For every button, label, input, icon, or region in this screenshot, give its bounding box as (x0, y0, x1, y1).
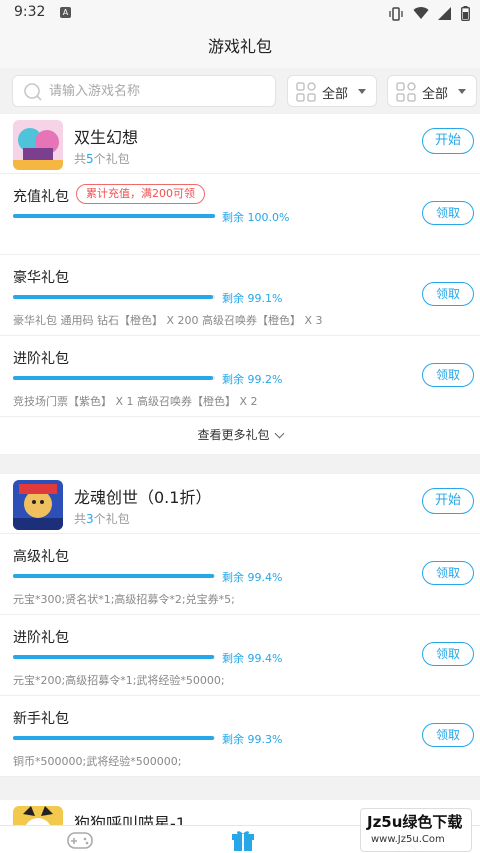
game-card: 龙魂创世（0.1折） 共3个礼包 开始 高级礼包 剩余 99.4% 元宝*300… (0, 474, 480, 777)
start-button[interactable]: 开始 (422, 488, 474, 514)
wifi-icon (413, 7, 429, 20)
gift-name: 充值礼包 (13, 189, 69, 205)
game-card: 双生幻想 共5个礼包 开始 充值礼包 累计充值，满200可领 剩余 100.0%… (0, 114, 480, 454)
caret-down-icon (358, 89, 366, 94)
tab-games[interactable] (66, 829, 94, 853)
gift-row: 豪华礼包 剩余 99.1% 豪华礼包 通用码 钻石【橙色】 X 200 高级召唤… (0, 255, 480, 336)
remaining-percent: 剩余 99.1% (222, 292, 283, 305)
gift-description: 元宝*200;高级招募令*1;武将经验*50000; (13, 674, 225, 687)
gift-count: 共3个礼包 (74, 512, 130, 526)
status-bar: 9:32 A (0, 0, 480, 26)
gift-icon (232, 831, 254, 851)
category-dropdown[interactable]: 全部 (287, 75, 377, 107)
remaining-percent: 剩余 100.0% (222, 211, 290, 224)
gift-name: 进阶礼包 (13, 630, 69, 646)
claim-button[interactable]: 领取 (422, 723, 474, 747)
page-title: 游戏礼包 (207, 37, 272, 56)
gift-row: 进阶礼包 剩余 99.4% 元宝*200;高级招募令*1;武将经验*50000;… (0, 615, 480, 696)
view-more-gifts[interactable]: 查看更多礼包 (0, 417, 480, 454)
watermark-text: Jz5u绿色下载 (367, 813, 463, 831)
gift-description: 铜币*500000;武将经验*500000; (13, 755, 182, 768)
game-title: 双生幻想 (74, 128, 139, 147)
gift-row: 进阶礼包 剩余 99.2% 竞技场门票【紫色】 X 1 高级召唤券【橙色】 X … (0, 336, 480, 417)
remaining-progress-bar (13, 214, 215, 218)
remaining-percent: 剩余 99.2% (222, 373, 283, 386)
type-dropdown[interactable]: 全部 (387, 75, 477, 107)
gift-description: 豪华礼包 通用码 钻石【橙色】 X 200 高级召唤券【橙色】 X 3 (13, 314, 323, 327)
game-icon[interactable] (13, 120, 63, 170)
gift-row: 高级礼包 剩余 99.4% 元宝*300;贤名状*1;高级招募令*2;兑宝券*5… (0, 534, 480, 615)
gift-name: 进阶礼包 (13, 351, 69, 367)
remaining-progress-bar (13, 736, 215, 740)
gift-count: 共5个礼包 (74, 152, 130, 166)
remaining-progress-bar (13, 295, 215, 299)
claim-button[interactable]: 领取 (422, 282, 474, 306)
gift-name: 高级礼包 (13, 549, 69, 565)
a-icon: A (60, 7, 71, 18)
remaining-progress-bar (13, 376, 215, 380)
caret-down-icon (458, 89, 466, 94)
view-more-label: 查看更多礼包 (197, 428, 270, 442)
type-dropdown-label: 全部 (422, 87, 449, 102)
remaining-percent: 剩余 99.4% (222, 652, 283, 665)
category-dropdown-label: 全部 (322, 87, 349, 102)
claim-button[interactable]: 领取 (422, 201, 474, 225)
claim-button[interactable]: 领取 (422, 642, 474, 666)
chevron-down-icon (274, 428, 284, 439)
watermark: Jz5u绿色下载 www.Jz5u.Com (360, 808, 472, 852)
system-icons (388, 6, 470, 21)
battery-icon (461, 6, 470, 21)
vibrate-icon (389, 6, 403, 21)
game-icon[interactable] (13, 480, 63, 530)
search-input[interactable] (49, 76, 269, 106)
game-title: 龙魂创世（0.1折） (74, 488, 212, 507)
title-bar: 游戏礼包 (0, 26, 480, 68)
gift-description: 元宝*300;贤名状*1;高级招募令*2;兑宝券*5; (13, 593, 235, 606)
search-icon (24, 83, 42, 101)
gift-name: 豪华礼包 (13, 270, 69, 286)
remaining-progress-bar (13, 655, 215, 659)
grid-icon (296, 82, 316, 102)
start-button[interactable]: 开始 (422, 128, 474, 154)
gift-description: 竞技场门票【紫色】 X 1 高级召唤券【橙色】 X 2 (13, 395, 258, 408)
watermark-url: www.Jz5u.Com (371, 834, 445, 845)
tab-gifts[interactable] (230, 829, 256, 853)
gift-row: 充值礼包 累计充值，满200可领 剩余 100.0% 领取 (0, 174, 480, 255)
game-header: 龙魂创世（0.1折） 共3个礼包 开始 (0, 474, 480, 534)
gift-name: 新手礼包 (13, 711, 69, 727)
game-header: 双生幻想 共5个礼包 开始 (0, 114, 480, 174)
remaining-percent: 剩余 99.3% (222, 733, 283, 746)
gift-condition-badge: 累计充值，满200可领 (76, 184, 205, 204)
search-box[interactable] (12, 75, 276, 107)
signal-icon (438, 7, 451, 20)
grid-icon (396, 82, 416, 102)
status-time: 9:32 (14, 4, 46, 20)
gift-row: 新手礼包 剩余 99.3% 铜币*500000;武将经验*500000; 领取 (0, 696, 480, 777)
claim-button[interactable]: 领取 (422, 363, 474, 387)
gamepad-icon (67, 832, 93, 849)
filter-bar: 全部 全部 (0, 68, 480, 114)
remaining-progress-bar (13, 574, 215, 578)
remaining-percent: 剩余 99.4% (222, 571, 283, 584)
claim-button[interactable]: 领取 (422, 561, 474, 585)
